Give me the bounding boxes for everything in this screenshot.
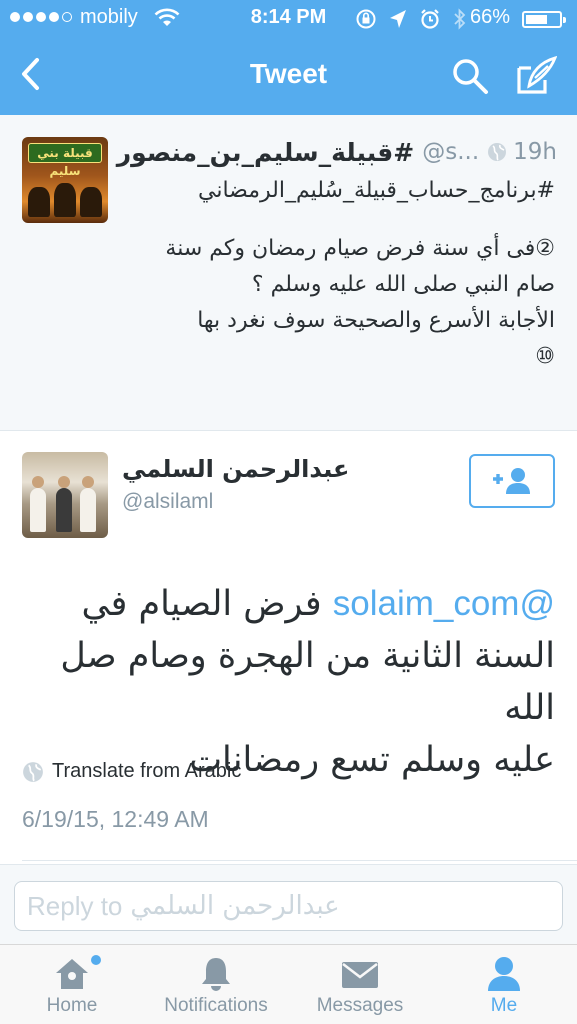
alarm-icon bbox=[421, 9, 439, 29]
reply-text-line: @solaim_com فرض الصيام في bbox=[15, 578, 555, 630]
status-bar: mobily 8:14 PM 66% bbox=[0, 0, 577, 38]
reply-tweet-text: @solaim_com فرض الصيام في السنة الثانية … bbox=[15, 578, 555, 786]
reply-placeholder-name: عبدالرحمن السلمي bbox=[130, 891, 340, 921]
person-icon bbox=[488, 957, 520, 991]
reply-avatar[interactable] bbox=[22, 452, 108, 538]
reply-handle[interactable]: @alsilaml bbox=[122, 490, 213, 514]
status-icons bbox=[355, 7, 467, 31]
battery-percent: 66% bbox=[470, 6, 511, 28]
original-tweet[interactable]: قبيلة بني سليم #قبيلة_سليم_بن_منصور @s..… bbox=[0, 115, 577, 431]
add-user-icon bbox=[493, 468, 530, 494]
original-tweet-body: #برنامج_حساب_قبيلة_سُليم_الرمضاني ②فى أي… bbox=[135, 173, 555, 375]
original-tweet-avatar[interactable]: قبيلة بني سليم bbox=[22, 137, 108, 223]
reply-input[interactable]: Reply to عبدالرحمن السلمي bbox=[14, 881, 563, 931]
mention-link[interactable]: @solaim_com bbox=[333, 584, 555, 623]
follow-button[interactable] bbox=[469, 454, 555, 508]
tab-label: Home bbox=[46, 995, 98, 1016]
battery-icon bbox=[522, 11, 566, 28]
tweet-timestamp: 6/19/15, 12:49 AM bbox=[22, 806, 209, 832]
header: mobily 8:14 PM 66% Tweet bbox=[0, 0, 577, 115]
original-tweet-text: ②فى أي سنة فرض صيام رمضان وكم سنة صام ال… bbox=[135, 231, 555, 375]
compose-icon bbox=[517, 56, 557, 94]
original-tweet-handle[interactable]: @s... bbox=[422, 139, 479, 165]
reply-placeholder-prefix: Reply to bbox=[27, 890, 123, 921]
tab-messages[interactable]: Messages bbox=[288, 945, 432, 1024]
original-tweet-header: #قبيلة_سليم_بن_منصور @s... 19h bbox=[117, 135, 557, 169]
translate-label: Translate from Arabic bbox=[52, 760, 242, 782]
original-tweet-line: ②فى أي سنة فرض صيام رمضان وكم سنة bbox=[165, 236, 555, 261]
search-button[interactable] bbox=[446, 52, 494, 100]
envelope-icon bbox=[342, 962, 378, 988]
original-tweet-line: ⑩ bbox=[535, 344, 555, 369]
home-notification-dot bbox=[91, 955, 101, 965]
original-tweet-line: صام النبي صلى الله عليه وسلم ؟ bbox=[251, 272, 555, 297]
globe-icon bbox=[23, 761, 43, 782]
tab-bar: Home Notifications Messages Me bbox=[0, 944, 577, 1024]
globe-icon bbox=[488, 143, 507, 161]
reply-text-line: السنة الثانية من الهجرة وصام صل الله bbox=[60, 636, 555, 728]
reply-text-first: فرض الصيام في bbox=[81, 584, 322, 624]
tab-me[interactable]: Me bbox=[432, 945, 576, 1024]
tab-notifications[interactable]: Notifications bbox=[144, 945, 288, 1024]
tab-label: Me bbox=[490, 995, 518, 1016]
reply-display-name[interactable]: عبدالرحمن السلمي bbox=[122, 455, 349, 483]
bluetooth-icon bbox=[454, 8, 466, 30]
tab-label: Notifications bbox=[164, 995, 268, 1016]
avatar-banner-text: قبيلة بني سليم bbox=[28, 143, 102, 178]
original-tweet-hashtags[interactable]: #برنامج_حساب_قبيلة_سُليم_الرمضاني bbox=[135, 173, 555, 209]
reply-bar: Reply to عبدالرحمن السلمي bbox=[0, 864, 577, 944]
battery-fill bbox=[526, 15, 547, 24]
tab-label: Messages bbox=[316, 995, 404, 1016]
divider bbox=[22, 860, 577, 861]
bell-icon bbox=[202, 958, 230, 991]
original-tweet-meta: 19h bbox=[487, 139, 557, 165]
search-icon bbox=[453, 59, 488, 94]
home-icon bbox=[56, 959, 88, 989]
compose-button[interactable] bbox=[510, 52, 562, 100]
rotation-lock-icon bbox=[356, 9, 376, 29]
translate-link[interactable]: Translate from Arabic bbox=[22, 760, 241, 783]
location-arrow-icon bbox=[390, 10, 406, 28]
original-tweet-line: الأجابة الأسرع والصحيحة سوف نغرد بها bbox=[197, 308, 555, 333]
original-tweet-time: 19h bbox=[513, 139, 557, 165]
original-tweet-display-name[interactable]: #قبيلة_سليم_بن_منصور bbox=[117, 138, 414, 167]
tab-home[interactable]: Home bbox=[0, 945, 144, 1024]
